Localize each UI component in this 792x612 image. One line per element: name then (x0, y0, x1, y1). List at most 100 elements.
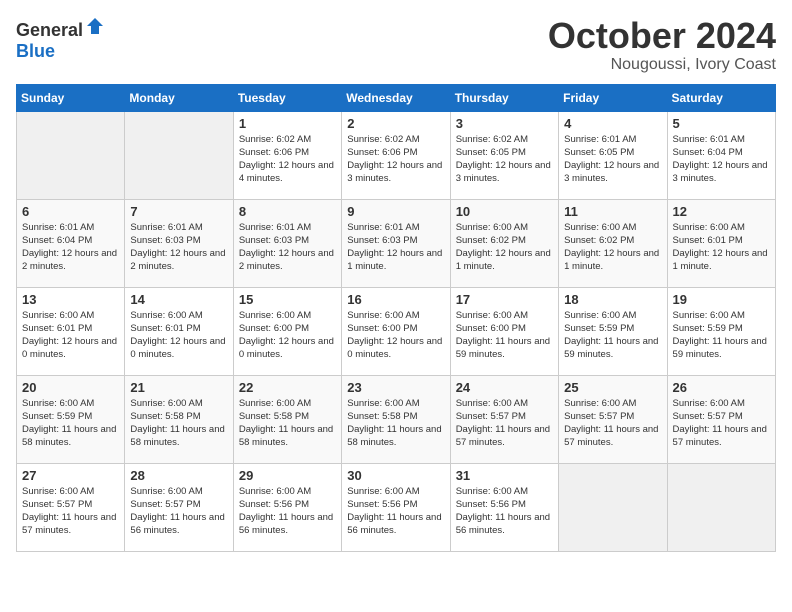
calendar-cell (17, 111, 125, 199)
month-title: October 2024 (548, 16, 776, 56)
day-info: Sunrise: 6:00 AM Sunset: 5:57 PM Dayligh… (22, 485, 119, 538)
day-number: 6 (22, 204, 119, 219)
calendar-cell: 23Sunrise: 6:00 AM Sunset: 5:58 PM Dayli… (342, 375, 450, 463)
day-info: Sunrise: 6:00 AM Sunset: 6:00 PM Dayligh… (239, 309, 336, 362)
day-number: 3 (456, 116, 553, 131)
calendar-week-2: 6 Sunrise: 6:01 AM Sunset: 6:04 PM Daylig… (17, 199, 776, 287)
day-info: Sunrise: 6:00 AM Sunset: 5:57 PM Dayligh… (456, 397, 553, 450)
calendar-cell: 27 Sunrise: 6:00 AM Sunset: 5:57 PM Dayli… (17, 463, 125, 551)
day-number: 2 (347, 116, 444, 131)
day-info: Sunrise: 6:00 AM Sunset: 6:01 PM Dayligh… (130, 309, 227, 362)
calendar-cell: 4 Sunrise: 6:01 AM Sunset: 6:05 PM Daylig… (559, 111, 667, 199)
day-number: 31 (456, 468, 553, 483)
day-number: 26 (673, 380, 770, 395)
weekday-header-sunday: Sunday (17, 84, 125, 111)
calendar-cell: 6 Sunrise: 6:01 AM Sunset: 6:04 PM Daylig… (17, 199, 125, 287)
weekday-header-wednesday: Wednesday (342, 84, 450, 111)
calendar-cell: 9 Sunrise: 6:01 AM Sunset: 6:03 PM Daylig… (342, 199, 450, 287)
calendar-cell: 19 Sunrise: 6:00 AM Sunset: 5:59 PM Dayli… (667, 287, 775, 375)
weekday-header-thursday: Thursday (450, 84, 558, 111)
day-number: 19 (673, 292, 770, 307)
calendar-cell: 12 Sunrise: 6:00 AM Sunset: 6:01 PM Dayli… (667, 199, 775, 287)
calendar-cell: 16Sunrise: 6:00 AM Sunset: 6:00 PM Dayli… (342, 287, 450, 375)
page-header: General Blue October 2024 Nougoussi, Ivo… (16, 16, 776, 74)
day-number: 9 (347, 204, 444, 219)
day-info: Sunrise: 6:01 AM Sunset: 6:03 PM Dayligh… (347, 221, 444, 274)
weekday-header-saturday: Saturday (667, 84, 775, 111)
calendar-cell: 15 Sunrise: 6:00 AM Sunset: 6:00 PM Dayli… (233, 287, 341, 375)
calendar-cell: 25 Sunrise: 6:00 AM Sunset: 5:57 PM Dayli… (559, 375, 667, 463)
weekday-header-friday: Friday (559, 84, 667, 111)
calendar-cell: 7 Sunrise: 6:01 AM Sunset: 6:03 PM Daylig… (125, 199, 233, 287)
calendar-cell: 1Sunrise: 6:02 AM Sunset: 6:06 PM Daylig… (233, 111, 341, 199)
day-number: 23 (347, 380, 444, 395)
day-info: Sunrise: 6:00 AM Sunset: 5:56 PM Dayligh… (347, 485, 444, 538)
day-info: Sunrise: 6:00 AM Sunset: 5:56 PM Dayligh… (239, 485, 336, 538)
calendar-week-3: 13Sunrise: 6:00 AM Sunset: 6:01 PM Dayli… (17, 287, 776, 375)
day-number: 4 (564, 116, 661, 131)
logo: General Blue (16, 16, 105, 62)
day-info: Sunrise: 6:00 AM Sunset: 5:57 PM Dayligh… (130, 485, 227, 538)
weekday-header-monday: Monday (125, 84, 233, 111)
calendar-week-4: 20Sunrise: 6:00 AM Sunset: 5:59 PM Dayli… (17, 375, 776, 463)
logo-blue: Blue (16, 41, 55, 61)
calendar-cell: 31Sunrise: 6:00 AM Sunset: 5:56 PM Dayli… (450, 463, 558, 551)
day-number: 20 (22, 380, 119, 395)
calendar-cell: 26 Sunrise: 6:00 AM Sunset: 5:57 PM Dayli… (667, 375, 775, 463)
day-info: Sunrise: 6:02 AM Sunset: 6:06 PM Dayligh… (239, 133, 336, 186)
calendar-cell: 28Sunrise: 6:00 AM Sunset: 5:57 PM Dayli… (125, 463, 233, 551)
day-info: Sunrise: 6:00 AM Sunset: 6:00 PM Dayligh… (456, 309, 553, 362)
calendar-cell: 14 Sunrise: 6:00 AM Sunset: 6:01 PM Dayli… (125, 287, 233, 375)
calendar-cell: 8Sunrise: 6:01 AM Sunset: 6:03 PM Daylig… (233, 199, 341, 287)
calendar-cell: 17 Sunrise: 6:00 AM Sunset: 6:00 PM Dayli… (450, 287, 558, 375)
calendar-cell: 22Sunrise: 6:00 AM Sunset: 5:58 PM Dayli… (233, 375, 341, 463)
day-number: 10 (456, 204, 553, 219)
day-number: 25 (564, 380, 661, 395)
day-number: 14 (130, 292, 227, 307)
day-info: Sunrise: 6:01 AM Sunset: 6:05 PM Dayligh… (564, 133, 661, 186)
day-number: 21 (130, 380, 227, 395)
day-info: Sunrise: 6:00 AM Sunset: 5:57 PM Dayligh… (564, 397, 661, 450)
calendar-body: 1Sunrise: 6:02 AM Sunset: 6:06 PM Daylig… (17, 111, 776, 551)
calendar-table: SundayMondayTuesdayWednesdayThursdayFrid… (16, 84, 776, 552)
day-number: 16 (347, 292, 444, 307)
calendar-cell: 21 Sunrise: 6:00 AM Sunset: 5:58 PM Dayli… (125, 375, 233, 463)
day-info: Sunrise: 6:00 AM Sunset: 6:01 PM Dayligh… (673, 221, 770, 274)
day-number: 11 (564, 204, 661, 219)
day-number: 17 (456, 292, 553, 307)
logo-icon (85, 16, 105, 36)
calendar-header-row: SundayMondayTuesdayWednesdayThursdayFrid… (17, 84, 776, 111)
day-number: 18 (564, 292, 661, 307)
day-info: Sunrise: 6:00 AM Sunset: 5:59 PM Dayligh… (564, 309, 661, 362)
day-number: 27 (22, 468, 119, 483)
day-info: Sunrise: 6:01 AM Sunset: 6:04 PM Dayligh… (673, 133, 770, 186)
calendar-cell: 3 Sunrise: 6:02 AM Sunset: 6:05 PM Daylig… (450, 111, 558, 199)
calendar-cell: 29Sunrise: 6:00 AM Sunset: 5:56 PM Dayli… (233, 463, 341, 551)
calendar-cell (125, 111, 233, 199)
day-number: 12 (673, 204, 770, 219)
calendar-cell: 11 Sunrise: 6:00 AM Sunset: 6:02 PM Dayli… (559, 199, 667, 287)
calendar-cell (559, 463, 667, 551)
day-number: 15 (239, 292, 336, 307)
calendar-cell (667, 463, 775, 551)
location-title: Nougoussi, Ivory Coast (548, 56, 776, 74)
day-info: Sunrise: 6:02 AM Sunset: 6:06 PM Dayligh… (347, 133, 444, 186)
day-info: Sunrise: 6:01 AM Sunset: 6:04 PM Dayligh… (22, 221, 119, 274)
day-number: 22 (239, 380, 336, 395)
day-info: Sunrise: 6:00 AM Sunset: 5:57 PM Dayligh… (673, 397, 770, 450)
day-info: Sunrise: 6:01 AM Sunset: 6:03 PM Dayligh… (239, 221, 336, 274)
calendar-cell: 24Sunrise: 6:00 AM Sunset: 5:57 PM Dayli… (450, 375, 558, 463)
title-area: October 2024 Nougoussi, Ivory Coast (548, 16, 776, 74)
day-number: 7 (130, 204, 227, 219)
day-info: Sunrise: 6:00 AM Sunset: 5:59 PM Dayligh… (673, 309, 770, 362)
weekday-header-tuesday: Tuesday (233, 84, 341, 111)
day-info: Sunrise: 6:00 AM Sunset: 6:02 PM Dayligh… (564, 221, 661, 274)
day-number: 5 (673, 116, 770, 131)
day-info: Sunrise: 6:02 AM Sunset: 6:05 PM Dayligh… (456, 133, 553, 186)
calendar-cell: 10Sunrise: 6:00 AM Sunset: 6:02 PM Dayli… (450, 199, 558, 287)
day-info: Sunrise: 6:01 AM Sunset: 6:03 PM Dayligh… (130, 221, 227, 274)
calendar-cell: 30Sunrise: 6:00 AM Sunset: 5:56 PM Dayli… (342, 463, 450, 551)
calendar-cell: 20Sunrise: 6:00 AM Sunset: 5:59 PM Dayli… (17, 375, 125, 463)
calendar-cell: 18 Sunrise: 6:00 AM Sunset: 5:59 PM Dayli… (559, 287, 667, 375)
day-info: Sunrise: 6:00 AM Sunset: 5:58 PM Dayligh… (130, 397, 227, 450)
